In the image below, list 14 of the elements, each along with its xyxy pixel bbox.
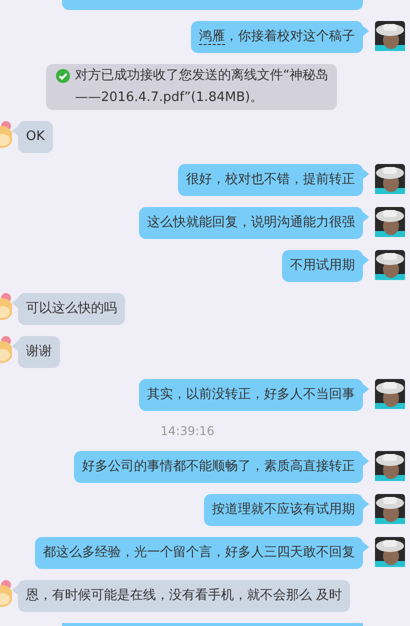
message-bubble: 鸿雁，你接着校对这个稿子 xyxy=(191,21,363,53)
message-bubble: 都这么多经验，光一个留个言，好多人三四天敢不回复 xyxy=(35,537,363,569)
notice-text: 对方已成功接收了您发送的离线文件“神秘岛——2016.4.7.pdf”(1.84MB)。 xyxy=(75,67,329,107)
message-bubble: 按道理就不应该有试用期 xyxy=(204,494,363,526)
message-bubble: 恩，有时候可能是在线，没有看手机，就不会那么 及时 xyxy=(18,580,350,612)
message-bubble: 这么快就能回复，说明沟通能力很强 xyxy=(139,207,363,239)
message-bubble: 谢谢 xyxy=(18,336,60,368)
message-bubble: 其实，以前没转正，好多人不当回事 xyxy=(139,379,363,411)
timestamp: 14:39:16 xyxy=(160,423,214,440)
message-bubble: 不用试用期 xyxy=(282,250,363,282)
message-bubble: 可以这么快的吗 xyxy=(18,293,125,325)
message-bubble: 很好，校对也不错，提前转正 xyxy=(178,164,363,196)
message-bubble: 好多公司的事情都不能顺畅了，素质高直接转正 xyxy=(74,451,363,483)
message-bubble: OK xyxy=(18,121,53,153)
